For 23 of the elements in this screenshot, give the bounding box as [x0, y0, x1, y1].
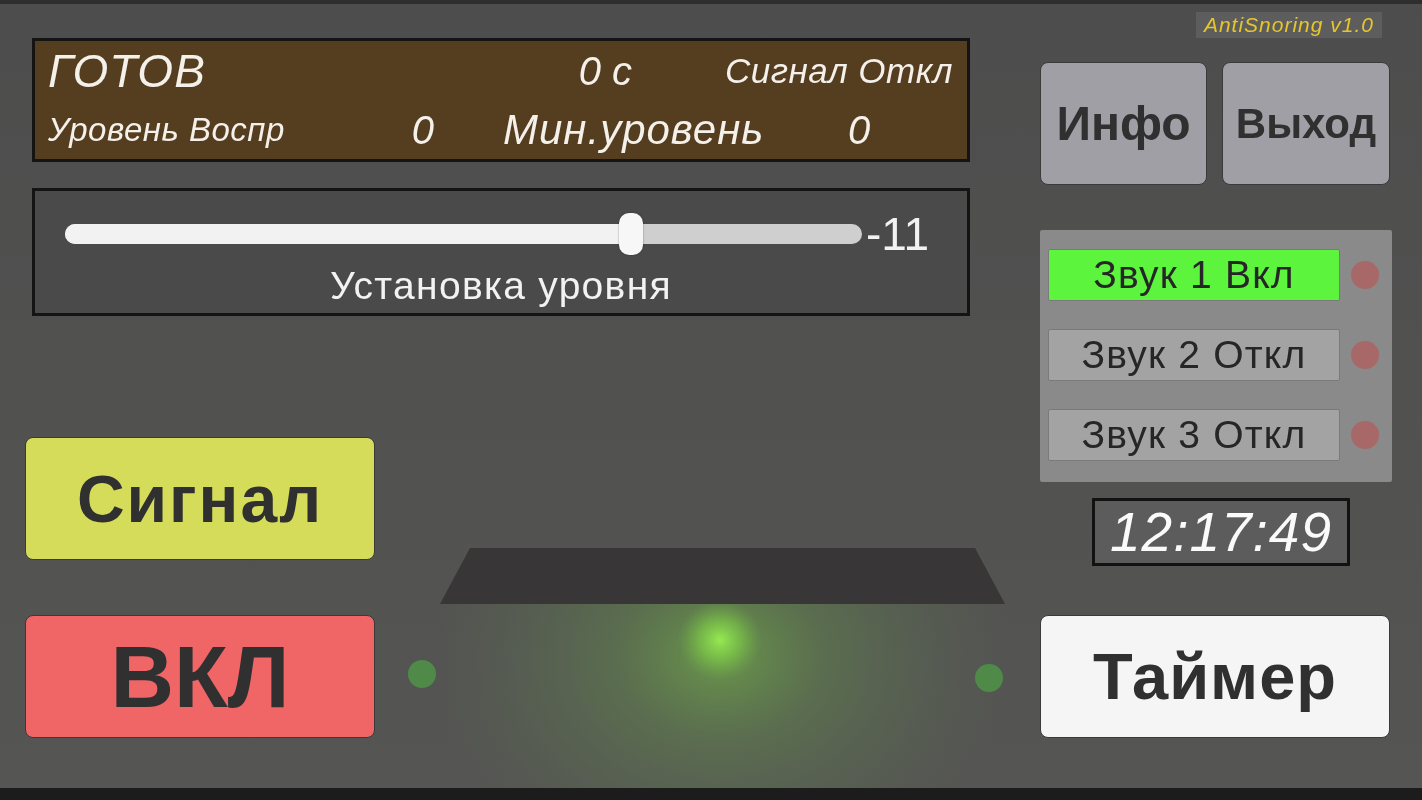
- indicator-dot-icon: [1351, 421, 1379, 449]
- sound-toggle-button[interactable]: Звук 1 Вкл: [1048, 249, 1340, 301]
- sound-toggle-button[interactable]: Звук 3 Откл: [1048, 409, 1340, 461]
- app-version-label: AntiSnoring v1.0: [1195, 12, 1382, 38]
- min-level-label: Мин.уровень: [503, 106, 766, 154]
- slider-thumb[interactable]: [618, 213, 643, 255]
- exit-button[interactable]: Выход: [1222, 62, 1390, 185]
- clock-display: 12:17:49: [1092, 498, 1350, 566]
- playback-level-value: 0: [410, 107, 434, 153]
- level-label: Установка уровня: [330, 264, 672, 308]
- power-button[interactable]: ВКЛ: [25, 615, 375, 738]
- indicator-dot-icon: [1351, 261, 1379, 289]
- min-level-value: 0: [848, 107, 871, 153]
- timer-button[interactable]: Таймер: [1040, 615, 1390, 738]
- playback-level-label: Уровень Воспр: [48, 111, 286, 149]
- level-reading: -11: [866, 211, 930, 257]
- signal-status: Сигнал Откл: [724, 51, 953, 91]
- indicator-dot-icon: [1351, 341, 1379, 369]
- info-button[interactable]: Инфо: [1040, 62, 1207, 185]
- status-text: ГОТОВ: [48, 44, 207, 98]
- elapsed-time: 0 с: [577, 48, 632, 94]
- signal-button[interactable]: Сигнал: [25, 437, 375, 560]
- sound-toggle-button[interactable]: Звук 2 Откл: [1048, 329, 1340, 381]
